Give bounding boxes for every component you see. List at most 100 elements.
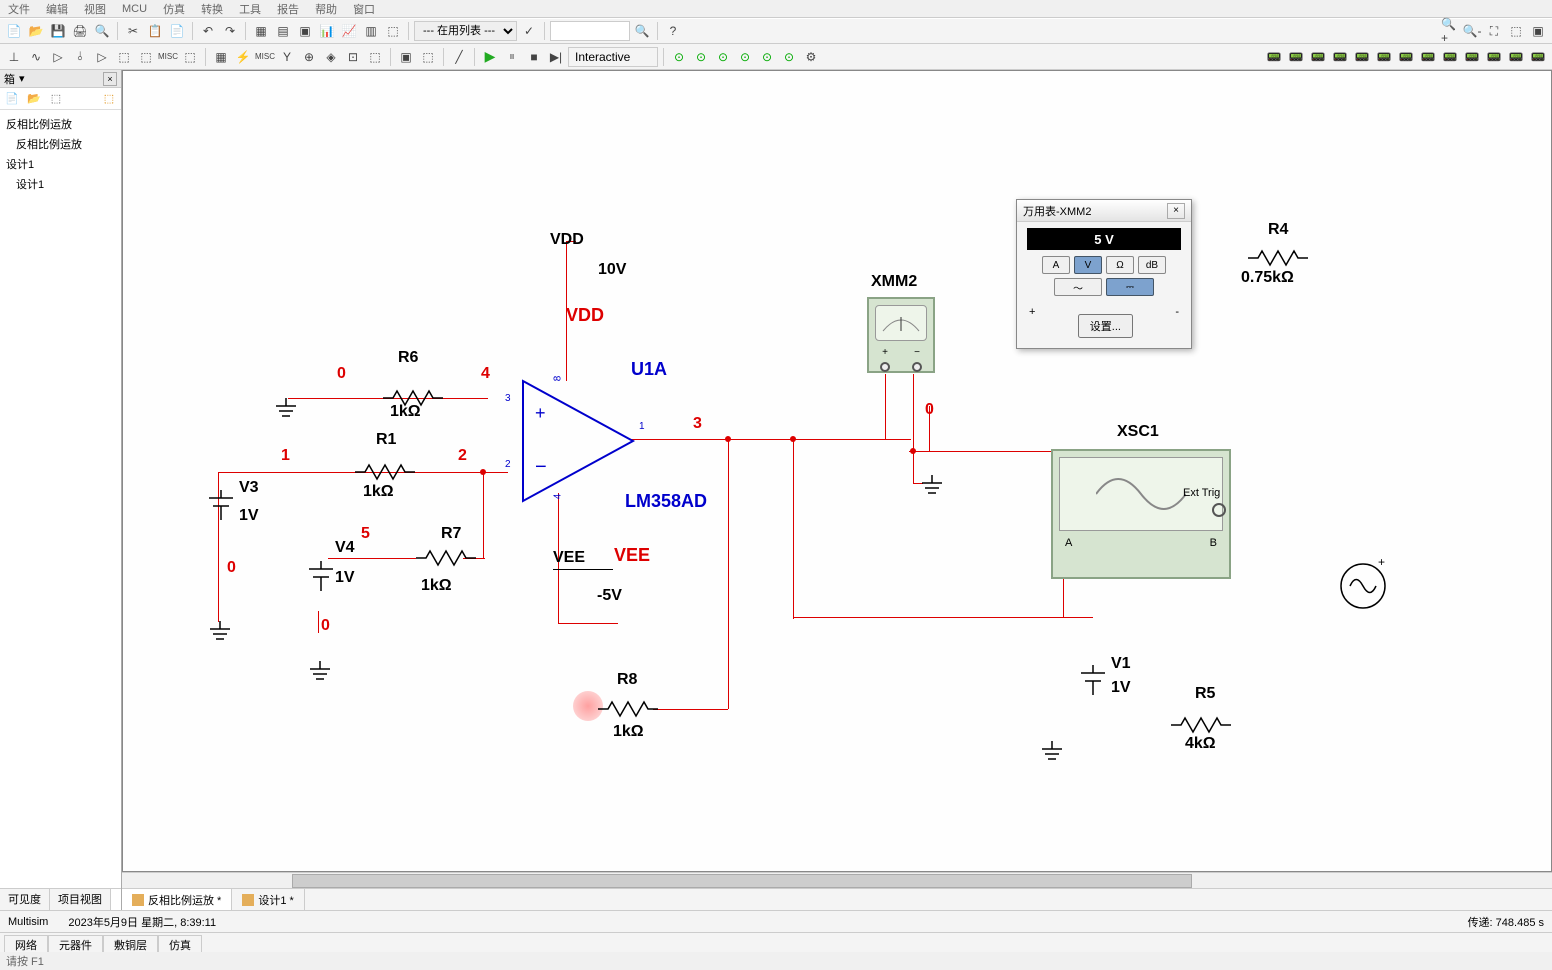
mode-label[interactable]: Interactive (568, 47, 658, 67)
pause-icon[interactable]: ⏸ (502, 47, 522, 67)
mm-mode-db[interactable]: dB (1138, 256, 1166, 274)
tree-item-2[interactable]: 设计1 (4, 174, 117, 194)
ext-trig-port[interactable] (1212, 503, 1226, 517)
open-icon[interactable]: 📂 (26, 21, 46, 41)
probe1-icon[interactable]: ⊙ (669, 47, 689, 67)
r7-symbol[interactable] (416, 548, 476, 568)
menu-view[interactable]: 视图 (84, 1, 106, 17)
menu-tools[interactable]: 工具 (239, 1, 261, 17)
mm-mode-v[interactable]: V (1074, 256, 1102, 274)
step-icon[interactable]: ▶| (546, 47, 566, 67)
schematic-canvas[interactable]: VDD 10V VDD R6 1kΩ 0 4 R1 1kΩ 1 2 V (122, 70, 1552, 872)
em-icon[interactable]: ⊕ (299, 47, 319, 67)
opamp-u1a[interactable]: + − (513, 371, 653, 491)
parts-icon[interactable]: ⬚ (383, 21, 403, 41)
fullscreen-icon[interactable]: ▣ (1528, 21, 1548, 41)
search-input[interactable] (550, 21, 630, 41)
sidebar-tab-project[interactable]: 项目视图 (50, 889, 111, 910)
wire-icon[interactable]: ╱ (449, 47, 469, 67)
print-icon[interactable]: 🖨 (70, 21, 90, 41)
doc-tab-1[interactable]: 设计1 * (232, 889, 304, 910)
instr10-icon[interactable]: 📟 (1462, 47, 1482, 67)
sb-opts2-icon[interactable]: ⬚ (101, 91, 117, 107)
mm-mode-a[interactable]: A (1042, 256, 1070, 274)
gnd-xmm2[interactable] (917, 475, 947, 499)
nist-icon[interactable]: ◈ (321, 47, 341, 67)
src-icon[interactable]: ⊥ (4, 47, 24, 67)
cmos-icon[interactable]: ⬚ (136, 47, 156, 67)
multimeter-window[interactable]: 万用表-XMM2 × 5 V A V Ω dB 〜 ⎓ + 设置... - (1016, 199, 1192, 349)
zoomout-icon[interactable]: 🔍- (1462, 21, 1482, 41)
zoomsel-icon[interactable]: ⬚ (1506, 21, 1526, 41)
hier-icon[interactable]: ▣ (396, 47, 416, 67)
gnd-v3[interactable] (205, 621, 235, 645)
run-icon[interactable]: ▶ (480, 47, 500, 67)
tab-copper[interactable]: 敷铜层 (103, 935, 158, 952)
stop-icon[interactable]: ■ (524, 47, 544, 67)
bus-icon[interactable]: ⬚ (418, 47, 438, 67)
paste-icon[interactable]: 📄 (167, 21, 187, 41)
basic-icon[interactable]: ∿ (26, 47, 46, 67)
preview-icon[interactable]: 🔍 (92, 21, 112, 41)
sb-open-icon[interactable]: 📂 (26, 91, 42, 107)
probe3-icon[interactable]: ⊙ (713, 47, 733, 67)
probe6-icon[interactable]: ⊙ (779, 47, 799, 67)
menu-window[interactable]: 窗口 (353, 1, 375, 17)
v3-symbol[interactable] (201, 490, 241, 520)
tree-item-0[interactable]: 反相比例运放 (4, 134, 117, 154)
menu-help[interactable]: 帮助 (315, 1, 337, 17)
mm-settings-btn[interactable]: 设置... (1078, 314, 1133, 338)
chart-icon[interactable]: 📊 (317, 21, 337, 41)
doc-tab-0[interactable]: 反相比例运放 * (122, 889, 232, 910)
help-icon[interactable]: ? (663, 21, 683, 41)
mm-ac[interactable]: 〜 (1054, 278, 1102, 296)
db-icon[interactable]: ▣ (295, 21, 315, 41)
redo-icon[interactable]: ↷ (220, 21, 240, 41)
r5-symbol[interactable] (1171, 715, 1231, 735)
instr12-icon[interactable]: 📟 (1506, 47, 1526, 67)
instr2-icon[interactable]: 📟 (1286, 47, 1306, 67)
gnd-v1[interactable] (1037, 741, 1067, 765)
menu-file[interactable]: 文件 (8, 1, 30, 17)
new-icon[interactable]: 📄 (4, 21, 24, 41)
search-go-icon[interactable]: 🔍 (632, 21, 652, 41)
menu-edit[interactable]: 编辑 (46, 1, 68, 17)
analog-icon[interactable]: ▷ (92, 47, 112, 67)
transistor-icon[interactable]: ⫰ (70, 47, 90, 67)
sb-opts-icon[interactable]: ⬚ (48, 91, 64, 107)
xmm2-symbol[interactable]: +− (867, 297, 935, 373)
cut-icon[interactable]: ✂ (123, 21, 143, 41)
tab-sim[interactable]: 仿真 (158, 935, 202, 952)
close-icon[interactable]: × (1167, 203, 1185, 219)
instr6-icon[interactable]: 📟 (1374, 47, 1394, 67)
instr8-icon[interactable]: 📟 (1418, 47, 1438, 67)
r1-symbol[interactable] (355, 462, 415, 482)
sb-new-icon[interactable]: 📄 (4, 91, 20, 107)
instr9-icon[interactable]: 📟 (1440, 47, 1460, 67)
misc2-icon[interactable]: MISC (255, 47, 275, 67)
hscrollbar[interactable] (122, 872, 1552, 888)
copy-icon[interactable]: 📋 (145, 21, 165, 41)
instr3-icon[interactable]: 📟 (1308, 47, 1328, 67)
list-combo[interactable]: --- 在用列表 --- (414, 21, 517, 41)
r4-symbol[interactable] (1248, 248, 1308, 268)
instr1-icon[interactable]: 📟 (1264, 47, 1284, 67)
probe4-icon[interactable]: ⊙ (735, 47, 755, 67)
menu-sim[interactable]: 仿真 (163, 1, 185, 17)
layer-icon[interactable]: ▥ (361, 21, 381, 41)
gnd-v4[interactable] (305, 661, 335, 685)
instr11-icon[interactable]: 📟 (1484, 47, 1504, 67)
tab-net[interactable]: 网络 (4, 935, 48, 952)
tree-item-1[interactable]: 设计1 (4, 154, 117, 174)
tree-root[interactable]: 反相比例运放 (4, 114, 117, 134)
close-icon[interactable]: × (103, 72, 117, 86)
undo-icon[interactable]: ↶ (198, 21, 218, 41)
gear-icon[interactable]: ⚙ (801, 47, 821, 67)
zoomfit-icon[interactable]: ⛶ (1484, 21, 1504, 41)
ac-source[interactable]: + (1338, 551, 1388, 621)
instr5-icon[interactable]: 📟 (1352, 47, 1372, 67)
pwr-icon[interactable]: ⚡ (233, 47, 253, 67)
sidebar-tab-visibility[interactable]: 可见度 (0, 889, 50, 910)
zoomin-icon[interactable]: 🔍+ (1440, 21, 1460, 41)
rf-icon[interactable]: Y (277, 47, 297, 67)
